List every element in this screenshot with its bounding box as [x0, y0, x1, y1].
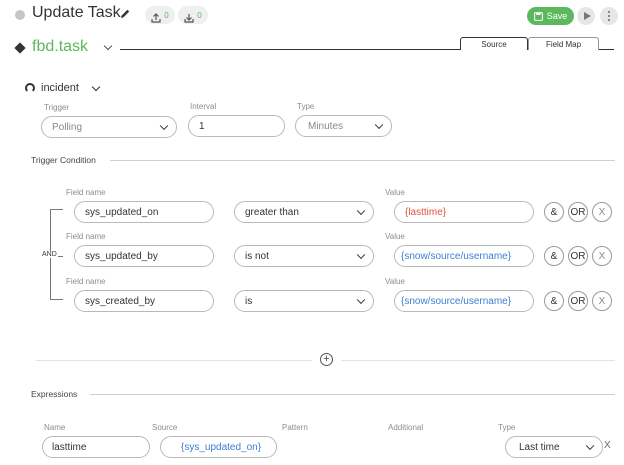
add-or-condition-button[interactable]: OR: [568, 246, 588, 266]
condition-operator-value: greater than: [245, 206, 299, 218]
object-chevron-down-icon[interactable]: [91, 82, 101, 92]
save-icon: [533, 11, 543, 21]
interval-type-select[interactable]: Minutes: [295, 115, 392, 137]
play-icon: [583, 12, 591, 20]
add-condition-divider-right: [341, 360, 615, 361]
add-or-condition-button[interactable]: OR: [568, 202, 588, 222]
upload-count: 0: [164, 10, 169, 20]
object-icon: [25, 83, 35, 93]
condition-operator-select[interactable]: is: [234, 290, 374, 312]
condition-value-input[interactable]: {snow/source/username}: [394, 290, 534, 312]
field-name-label: Field name: [66, 232, 106, 241]
interval-input[interactable]: 1: [188, 115, 285, 137]
expr-col-type: Type: [498, 423, 516, 432]
condition-operator-select[interactable]: is not: [234, 245, 374, 267]
condition-value: {lasttime}: [405, 206, 447, 218]
condition-field-input[interactable]: sys_updated_on: [74, 201, 214, 223]
add-and-condition-button[interactable]: &: [544, 291, 564, 311]
trigger-value: Polling: [52, 121, 83, 133]
chevron-down-icon: [159, 121, 169, 131]
and-operator-label: AND: [41, 251, 58, 258]
condition-field-input[interactable]: sys_updated_by: [74, 245, 214, 267]
add-condition-button[interactable]: +: [320, 353, 333, 366]
condition-operator-select[interactable]: greater than: [234, 201, 374, 223]
condition-value: {snow/source/username}: [401, 250, 512, 262]
chevron-down-icon: [585, 441, 595, 451]
trigger-select[interactable]: Polling: [41, 116, 177, 138]
condition-value-input[interactable]: {snow/source/username}: [394, 245, 534, 267]
expression-type-select[interactable]: Last time: [505, 436, 603, 458]
add-and-condition-button[interactable]: &: [544, 202, 564, 222]
more-options-button[interactable]: [600, 7, 618, 25]
expression-type-value: Last time: [519, 441, 560, 453]
expression-name-value: lasttime: [52, 441, 87, 453]
type-label: Type: [297, 102, 315, 111]
field-name-label: Field name: [66, 277, 106, 286]
trigger-condition-divider: [110, 160, 615, 161]
value-label: Value: [385, 277, 405, 286]
interval-value: 1: [199, 120, 205, 132]
value-label: Value: [385, 232, 405, 241]
plus-icon: +: [323, 353, 330, 365]
upload-icon: [151, 10, 161, 23]
condition-operator-value: is not: [245, 250, 269, 262]
condition-field-value: sys_created_by: [85, 295, 156, 307]
run-button[interactable]: [577, 7, 595, 25]
expr-col-additional: Additional: [388, 423, 424, 432]
condition-value: {snow/source/username}: [401, 295, 512, 307]
trigger-label: Trigger: [44, 103, 70, 112]
object-name: incident: [41, 82, 79, 94]
condition-operator-value: is: [245, 295, 253, 307]
condition-value-input[interactable]: {lasttime}: [394, 201, 534, 223]
tab-source[interactable]: Source: [460, 37, 528, 50]
page-title: Update Task: [32, 4, 121, 21]
task-name: fbd.task: [32, 38, 89, 55]
expr-col-name: Name: [44, 423, 66, 432]
more-vertical-icon: [608, 15, 610, 17]
expressions-title: Expressions: [31, 389, 78, 399]
expr-col-source: Source: [152, 423, 178, 432]
condition-field-input[interactable]: sys_created_by: [74, 290, 214, 312]
tab-source-label: Source: [481, 39, 507, 49]
expressions-divider: [90, 394, 615, 395]
expression-name-input[interactable]: lasttime: [42, 436, 150, 458]
condition-field-value: sys_updated_on: [85, 206, 159, 218]
download-icon: [184, 10, 194, 23]
tab-field-map-label: Field Map: [545, 39, 582, 49]
interval-type-value: Minutes: [308, 120, 344, 132]
chevron-down-icon: [356, 250, 366, 260]
upload-button[interactable]: 0: [145, 6, 175, 24]
add-condition-divider-left: [36, 360, 312, 361]
save-button[interactable]: Save: [527, 7, 574, 25]
tab-field-map[interactable]: Field Map: [528, 37, 599, 50]
download-button[interactable]: 0: [178, 6, 208, 24]
condition-field-value: sys_updated_by: [85, 250, 158, 262]
expression-source-value: {sys_updated_on}: [181, 441, 262, 453]
field-name-label: Field name: [66, 188, 106, 197]
remove-condition-button[interactable]: X: [592, 202, 612, 222]
status-dot: [15, 10, 25, 20]
value-label: Value: [385, 188, 405, 197]
remove-expression-button[interactable]: X: [604, 440, 611, 451]
chevron-down-icon: [374, 120, 384, 130]
add-and-condition-button[interactable]: &: [544, 246, 564, 266]
edit-pencil-icon[interactable]: [119, 7, 131, 19]
task-chevron-down-icon[interactable]: [103, 41, 113, 51]
chevron-down-icon: [356, 206, 366, 216]
expression-source-input[interactable]: {sys_updated_on}: [160, 436, 277, 458]
remove-condition-button[interactable]: X: [592, 291, 612, 311]
chevron-down-icon: [356, 295, 366, 305]
task-diamond-icon: [14, 42, 26, 54]
interval-label: Interval: [190, 102, 217, 111]
trigger-condition-title: Trigger Condition: [31, 155, 96, 165]
remove-condition-button[interactable]: X: [592, 246, 612, 266]
save-label: Save: [546, 11, 568, 21]
expr-col-pattern: Pattern: [282, 423, 308, 432]
download-count: 0: [197, 10, 202, 20]
add-or-condition-button[interactable]: OR: [568, 291, 588, 311]
